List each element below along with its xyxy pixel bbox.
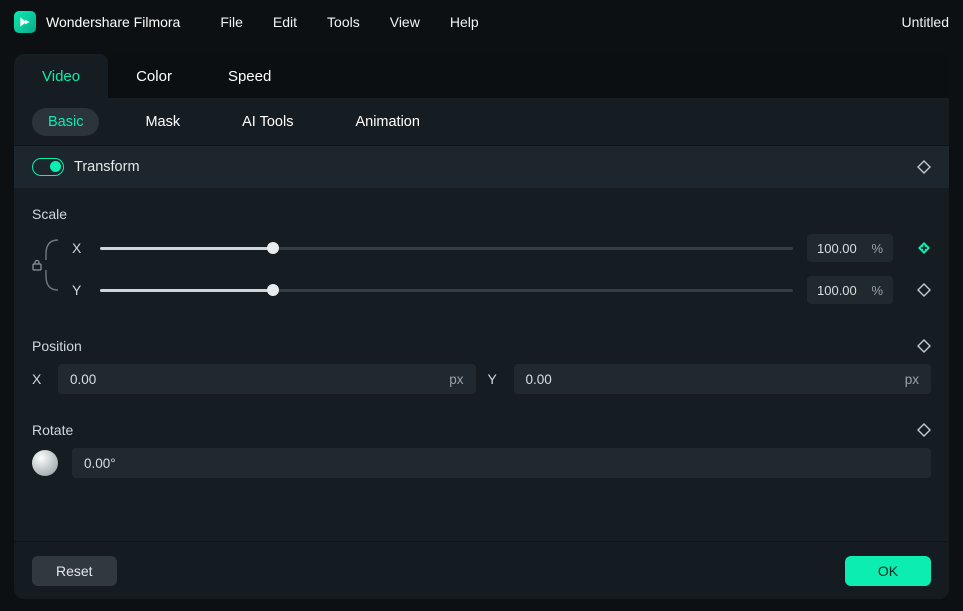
titlebar: Wondershare Filmora File Edit Tools View… (0, 0, 963, 44)
subtab-animation[interactable]: Animation (339, 108, 435, 136)
scale-x-value-text: 100.00 (817, 241, 857, 256)
position-y-input[interactable]: 0.00 px (514, 364, 932, 394)
tab-color[interactable]: Color (108, 54, 200, 98)
menu-tools[interactable]: Tools (327, 14, 360, 30)
ok-button[interactable]: OK (845, 556, 931, 586)
main-menu: File Edit Tools View Help (220, 14, 478, 30)
diamond-icon (917, 423, 931, 437)
primary-tabs: Video Color Speed (14, 54, 949, 98)
scale-x-axis-label: X (72, 240, 86, 256)
scale-y-unit: % (871, 283, 883, 298)
project-title: Untitled (902, 14, 949, 30)
menu-file[interactable]: File (220, 14, 243, 30)
scale-y-value-text: 100.00 (817, 283, 857, 298)
properties-panel: Video Color Speed Basic Mask AI Tools An… (14, 54, 949, 599)
position-y-value: 0.00 (526, 372, 552, 387)
scale-y-keyframe-button[interactable] (917, 283, 931, 297)
rotate-dial[interactable] (32, 450, 58, 476)
menu-edit[interactable]: Edit (273, 14, 297, 30)
filmora-logo-icon (18, 15, 32, 29)
secondary-tabs: Basic Mask AI Tools Animation (14, 98, 949, 146)
transform-toggle[interactable] (32, 158, 64, 176)
menu-help[interactable]: Help (450, 14, 479, 30)
position-y-unit: px (905, 372, 919, 387)
rotate-value-input[interactable]: 0.00° (72, 448, 931, 478)
rotate-group: Rotate 0.00° (14, 404, 949, 482)
diamond-icon (917, 283, 931, 297)
reset-button[interactable]: Reset (32, 556, 117, 586)
scale-y-row: Y 100.00 % (72, 274, 931, 306)
position-x-value: 0.00 (70, 372, 96, 387)
app-logo (14, 11, 36, 33)
transform-section-header: Transform (14, 146, 949, 188)
position-keyframe-button[interactable] (917, 339, 931, 353)
rotate-label: Rotate (32, 422, 73, 438)
scale-y-value[interactable]: 100.00 % (807, 276, 893, 304)
scale-x-row: X 100.00 % (72, 232, 931, 264)
position-x-label: X (32, 371, 46, 387)
diamond-icon (917, 160, 931, 174)
tab-video[interactable]: Video (14, 54, 108, 98)
app-title: Wondershare Filmora (46, 14, 180, 30)
position-y-label: Y (488, 371, 502, 387)
position-x-unit: px (449, 372, 463, 387)
subtab-mask[interactable]: Mask (129, 108, 196, 136)
transform-keyframe-button[interactable] (917, 160, 931, 174)
lock-icon (30, 258, 44, 272)
panel-content[interactable]: Transform Scale X (14, 146, 949, 541)
scale-y-axis-label: Y (72, 282, 86, 298)
position-x-input[interactable]: 0.00 px (58, 364, 476, 394)
scale-label: Scale (32, 206, 931, 222)
scale-y-slider[interactable] (100, 283, 793, 297)
position-label: Position (32, 338, 82, 354)
tab-speed[interactable]: Speed (200, 54, 299, 98)
scale-x-keyframe-button[interactable] (917, 241, 931, 255)
rotate-keyframe-button[interactable] (917, 423, 931, 437)
subtab-ai-tools[interactable]: AI Tools (226, 108, 309, 136)
transform-label: Transform (74, 159, 140, 175)
diamond-add-icon (917, 241, 931, 255)
scale-group: Scale X (14, 188, 949, 320)
panel-footer: Reset OK (14, 541, 949, 599)
diamond-icon (917, 339, 931, 353)
rotate-value: 0.00° (84, 456, 116, 471)
scale-x-value[interactable]: 100.00 % (807, 234, 893, 262)
menu-view[interactable]: View (390, 14, 420, 30)
scale-x-unit: % (871, 241, 883, 256)
scale-x-slider[interactable] (100, 241, 793, 255)
link-xy-lock[interactable] (32, 236, 66, 292)
position-group: Position X 0.00 px Y 0.00 px (14, 320, 949, 404)
subtab-basic[interactable]: Basic (32, 108, 99, 136)
